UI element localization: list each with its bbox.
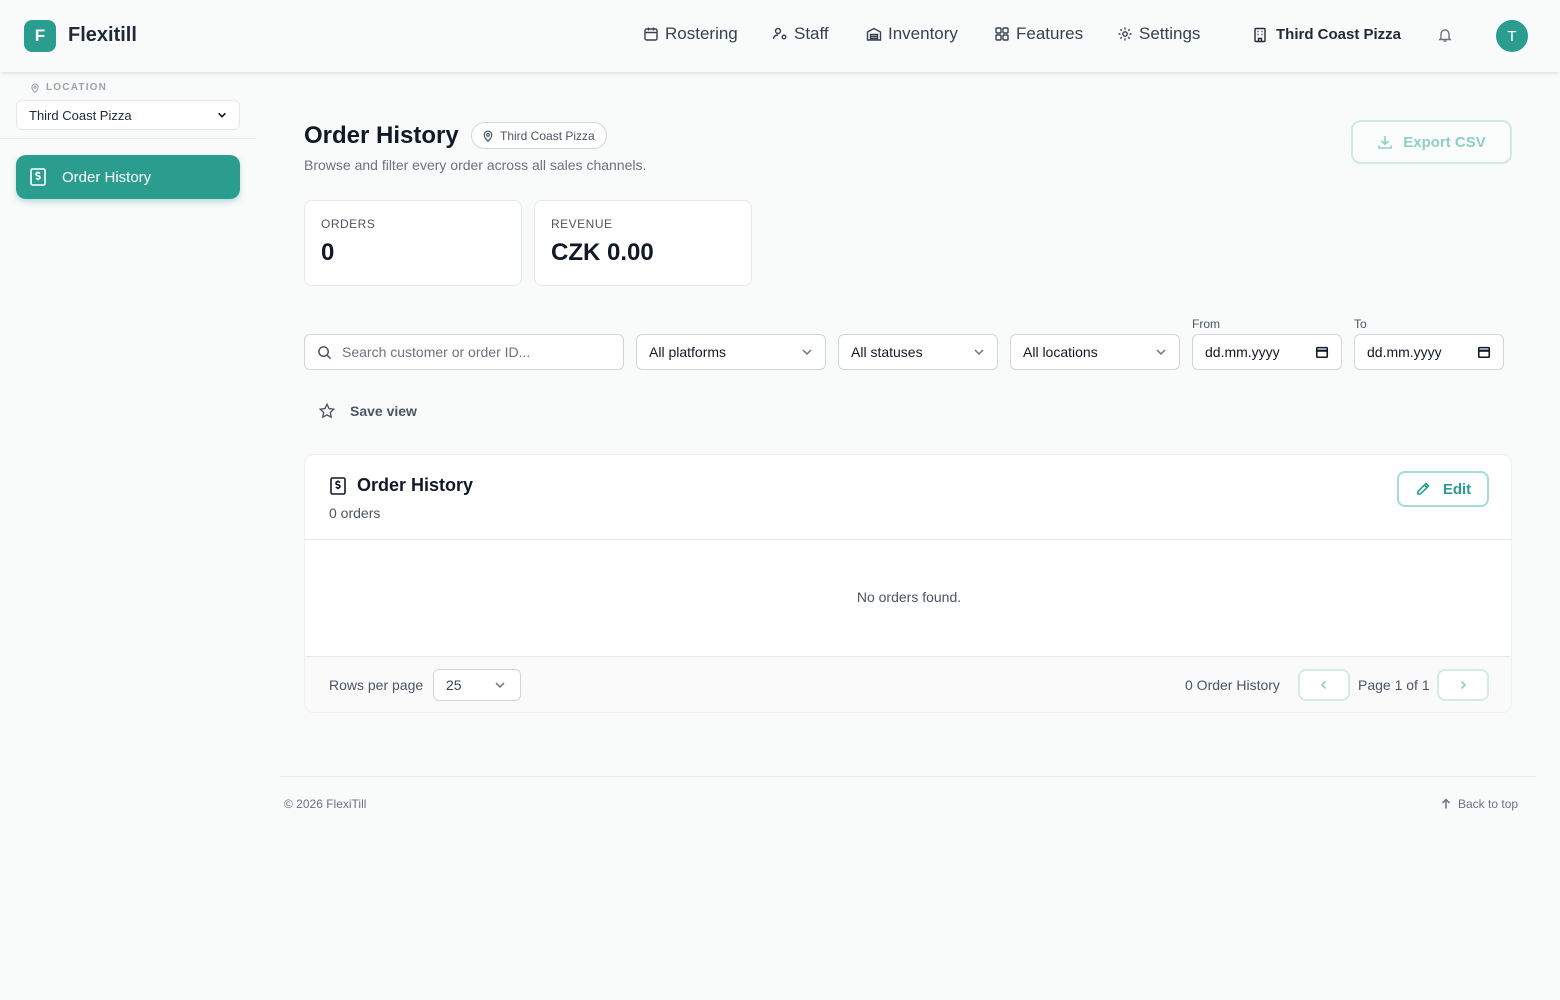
location-filter-value: All locations: [1023, 344, 1098, 360]
rows-per-page-value: 25: [446, 677, 462, 693]
chevron-left-icon: [1320, 680, 1327, 690]
nav-settings[interactable]: Settings: [1117, 24, 1200, 44]
to-date-value: dd.mm.yyyy: [1367, 344, 1442, 360]
card-title-text: Order History: [357, 475, 474, 495]
location-filter-select[interactable]: All locations: [1010, 334, 1180, 370]
footer-divider: [280, 776, 1536, 777]
chevron-right-icon: [1460, 680, 1467, 690]
to-date-label: To: [1354, 317, 1367, 331]
stat-label: REVENUE: [551, 217, 613, 231]
from-date-input[interactable]: dd.mm.yyyy: [1192, 334, 1342, 370]
grid-icon: [995, 27, 1009, 41]
nav-rostering-label: Rostering: [665, 24, 738, 43]
search-placeholder: Search customer or order ID...: [342, 344, 531, 360]
sidebar-divider: [0, 138, 256, 139]
nav-features-label: Features: [1016, 24, 1084, 43]
store-switcher[interactable]: Third Coast Pizza: [1252, 26, 1401, 43]
nav-features[interactable]: Features: [994, 24, 1083, 44]
order-history-card: Order History 0 orders Edit No orders fo…: [304, 454, 1512, 713]
stat-card-revenue: REVENUE CZK 0.00: [534, 200, 752, 286]
pencil-icon: [1417, 482, 1430, 495]
location-select[interactable]: Third Coast Pizza: [16, 100, 240, 130]
location-chip: Third Coast Pizza: [471, 122, 607, 149]
receipt-icon: [30, 168, 46, 186]
sidebar: LOCATION Third Coast Pizza Order History: [0, 72, 256, 1000]
save-view-label: Save view: [350, 403, 417, 419]
download-icon: [1378, 136, 1393, 149]
calendar-icon: [644, 27, 658, 41]
app-logo[interactable]: F: [24, 20, 56, 52]
nav-staff-label: Staff: [794, 24, 829, 43]
back-to-top-link[interactable]: Back to top: [1440, 797, 1518, 811]
divider: [305, 539, 1511, 540]
empty-state: No orders found.: [856, 589, 962, 605]
from-date-value: dd.mm.yyyy: [1205, 344, 1280, 360]
page-title: Order History: [304, 122, 459, 149]
store-name: Third Coast Pizza: [1276, 26, 1402, 43]
nav-staff[interactable]: Staff: [772, 24, 829, 44]
status-select-value: All statuses: [851, 344, 923, 360]
building-icon: [1254, 27, 1266, 42]
location-select-value: Third Coast Pizza: [29, 107, 132, 123]
export-csv-button[interactable]: Export CSV: [1351, 120, 1512, 164]
order-count: 0 orders: [329, 505, 381, 521]
receipt-icon: [330, 476, 346, 495]
rows-per-page-select[interactable]: 25: [433, 669, 521, 701]
sidebar-item-order-history[interactable]: Order History: [16, 155, 240, 199]
platform-select[interactable]: All platforms: [636, 334, 826, 370]
top-bar: F Flexitill Rostering Staff Inventory Fe…: [0, 0, 1560, 72]
next-page-button[interactable]: [1437, 669, 1489, 701]
nav-rostering[interactable]: Rostering: [643, 24, 738, 44]
back-to-top-label: Back to top: [1458, 797, 1519, 811]
brand-name[interactable]: Flexitill: [68, 24, 137, 47]
save-view-button[interactable]: Save view: [318, 402, 417, 420]
nav-inventory[interactable]: Inventory: [866, 24, 958, 44]
chevron-down-icon: [1156, 349, 1166, 356]
arrow-up-icon: [1441, 798, 1451, 809]
to-date-input[interactable]: dd.mm.yyyy: [1354, 334, 1504, 370]
edit-label: Edit: [1442, 480, 1472, 498]
location-label-text: LOCATION: [46, 82, 108, 93]
stat-card-orders: ORDERS 0: [304, 200, 522, 286]
chevron-down-icon: [974, 349, 984, 356]
status-select[interactable]: All statuses: [838, 334, 998, 370]
pagination-bar: Rows per page 25 0 Order History Page 1 …: [305, 656, 1511, 712]
bell-icon: [1438, 29, 1452, 42]
stat-value: 0: [321, 239, 335, 266]
total-label: 0 Order History: [1185, 677, 1280, 693]
calendar-icon[interactable]: [1315, 345, 1329, 359]
notifications-button[interactable]: [1437, 27, 1453, 43]
card-title: Order History: [329, 475, 473, 496]
chevron-down-icon: [218, 112, 226, 118]
search-icon: [318, 345, 332, 359]
stat-label: ORDERS: [321, 217, 376, 231]
from-date-label: From: [1192, 317, 1220, 331]
avatar[interactable]: T: [1496, 20, 1528, 52]
map-pin-icon: [483, 130, 493, 142]
gear-icon: [1118, 27, 1132, 41]
user-cog-icon: [772, 27, 787, 40]
location-label: LOCATION: [30, 82, 107, 93]
calendar-icon[interactable]: [1477, 345, 1491, 359]
copyright: © 2026 FlexiTill: [284, 797, 367, 811]
warehouse-icon: [866, 27, 882, 41]
prev-page-button[interactable]: [1298, 669, 1350, 701]
nav-settings-label: Settings: [1139, 24, 1201, 43]
chevron-down-icon: [802, 349, 812, 356]
page-label: Page 1 of 1: [1358, 677, 1430, 693]
platform-select-value: All platforms: [649, 344, 727, 360]
search-input[interactable]: Search customer or order ID...: [304, 334, 624, 370]
sidebar-item-label: Order History: [62, 168, 152, 186]
edit-button[interactable]: Edit: [1397, 471, 1489, 507]
export-csv-label: Export CSV: [1403, 133, 1486, 151]
stat-value: CZK 0.00: [551, 239, 654, 266]
nav-inventory-label: Inventory: [888, 24, 958, 43]
star-icon: [318, 402, 336, 419]
location-chip-label: Third Coast Pizza: [500, 128, 595, 143]
rows-per-page-label: Rows per page: [329, 677, 424, 693]
page-subtitle: Browse and filter every order across all…: [304, 157, 647, 173]
chevron-down-icon: [495, 682, 505, 689]
map-pin-icon: [31, 83, 39, 93]
